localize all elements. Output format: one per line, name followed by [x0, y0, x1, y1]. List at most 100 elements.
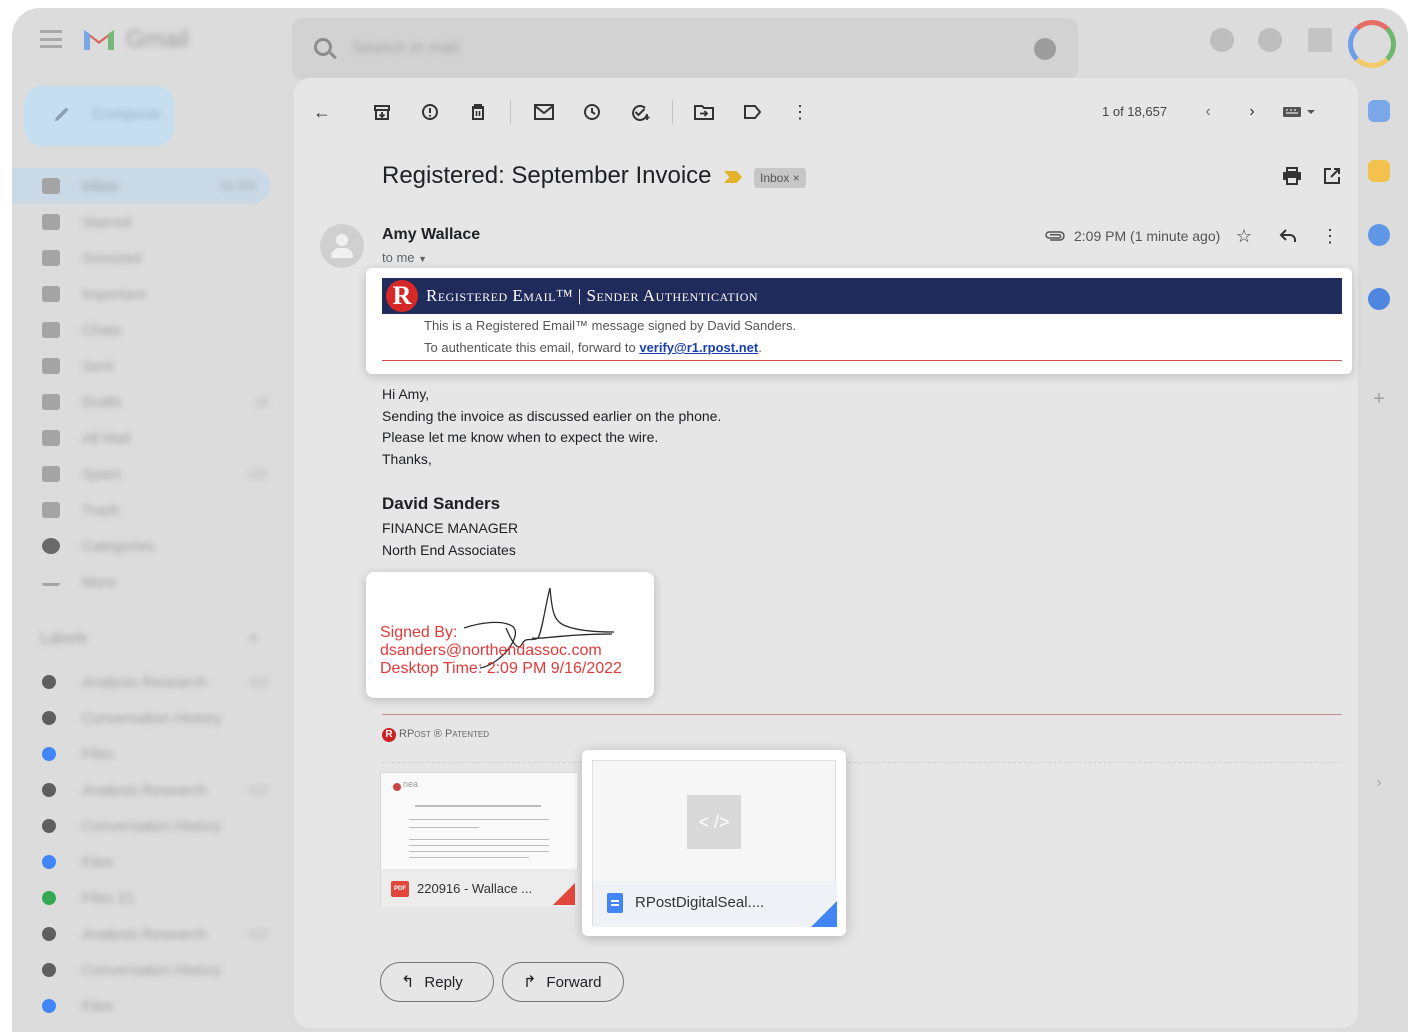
sidebar-item-label: Snoozed [82, 249, 142, 267]
label-icon [42, 538, 60, 554]
chevron-left-icon[interactable]: ‹ [1196, 100, 1220, 124]
delete-icon[interactable] [466, 100, 490, 124]
sidebar-item-label: Sent [82, 357, 113, 375]
search-options-icon[interactable] [1034, 38, 1056, 60]
label-item[interactable]: Conversation History [12, 700, 282, 736]
search-bar[interactable]: Search in mail [292, 18, 1078, 80]
label-item[interactable]: Files 21 [12, 880, 282, 916]
print-icon[interactable] [1280, 164, 1304, 188]
email-body: Hi Amy, Sending the invoice as discussed… [382, 384, 721, 471]
add-task-icon[interactable] [628, 100, 652, 124]
move-to-icon[interactable] [692, 100, 716, 124]
patent-text: RPost ® Patented [399, 728, 490, 740]
important-marker-icon[interactable] [724, 171, 742, 183]
reply-icon[interactable] [1276, 224, 1300, 248]
open-new-window-icon[interactable] [1320, 164, 1344, 188]
send-icon [42, 358, 60, 374]
tasks-icon[interactable] [1368, 224, 1390, 246]
mark-unread-icon[interactable] [532, 100, 556, 124]
keep-icon[interactable] [1368, 160, 1390, 182]
calendar-icon[interactable] [1368, 100, 1390, 122]
forward-button[interactable]: ↱ Forward [502, 962, 624, 1002]
apps-grid-icon[interactable] [1308, 28, 1332, 52]
inbox-label-badge[interactable]: Inbox × [754, 168, 806, 188]
doc-line [409, 857, 529, 858]
sidebar-item-categories[interactable]: Categories [12, 528, 282, 564]
sidebar-item-important[interactable]: Important [12, 276, 282, 312]
more-vert-icon[interactable]: ⋮ [788, 100, 812, 124]
label-item[interactable]: Analysis Research 112 [12, 772, 282, 808]
sidebar-item-label: Chats [82, 321, 122, 339]
main-menu-icon[interactable] [40, 30, 62, 48]
sidebar-item-trash[interactable]: Trash [12, 492, 282, 528]
archive-icon[interactable] [370, 100, 394, 124]
label-count: 112 [248, 783, 268, 797]
label-item[interactable]: Files [12, 988, 282, 1024]
recipient-details-toggle[interactable]: to me ▼ [382, 250, 427, 265]
sender-name[interactable]: Amy Wallace [382, 226, 480, 244]
sidebar-item-inbox[interactable]: Inbox 18,456 [12, 168, 270, 204]
sidebar-item-sent[interactable]: Sent [12, 348, 282, 384]
clock-icon [42, 250, 60, 266]
expand-panel-icon[interactable]: › [1368, 772, 1390, 794]
report-spam-icon[interactable] [418, 100, 442, 124]
sidebar-item-count: 121 [247, 467, 268, 481]
search-input[interactable]: Search in mail [352, 38, 460, 58]
snooze-clock-icon[interactable] [580, 100, 604, 124]
settings-gear-icon[interactable] [1258, 28, 1282, 52]
input-tools-icon[interactable] [1280, 100, 1320, 124]
sidebar-item-spam[interactable]: Spam 121 [12, 456, 282, 492]
banner-divider [382, 360, 1342, 361]
back-arrow-icon[interactable]: ← [310, 100, 334, 124]
sidebar-item-label: Important [82, 285, 146, 303]
sidebar-item-label: Drafts [82, 393, 123, 411]
sidebar-item-drafts[interactable]: Drafts 16 [12, 384, 282, 420]
sidebar-item-count: 16 [254, 395, 268, 409]
label-tag-icon[interactable] [740, 100, 764, 124]
sidebar-item-label: More [82, 573, 117, 591]
attachment-digital-seal[interactable]: < /> RPostDigitalSeal.... [582, 750, 846, 936]
important-icon [42, 286, 60, 302]
all-mail-icon [42, 430, 60, 446]
attachments-divider [382, 762, 1342, 763]
label-item[interactable]: Files [12, 844, 282, 880]
verify-email-link[interactable]: verify@r1.rpost.net [639, 340, 758, 355]
sidebar-item-all-mail[interactable]: All Mail [12, 420, 282, 456]
account-avatar[interactable] [1348, 20, 1396, 68]
sidebar-item-starred[interactable]: Starred [12, 204, 282, 240]
add-addon-icon[interactable]: + [1368, 388, 1390, 410]
inbox-icon [42, 178, 60, 194]
top-bar: Gmail Search in mail [12, 8, 1408, 80]
label-dot [42, 927, 56, 941]
sidebar-item-snoozed[interactable]: Snoozed [12, 240, 282, 276]
support-icon[interactable] [1210, 28, 1234, 52]
app-name: Gmail [126, 26, 189, 53]
label-dot [42, 855, 56, 869]
label-item[interactable]: Conversation History [12, 952, 282, 988]
label-item[interactable]: Conversation History [12, 808, 282, 844]
add-label-icon[interactable]: + [248, 628, 259, 649]
reply-button[interactable]: ↰ Reply [380, 962, 494, 1002]
nea-logo-icon [393, 783, 401, 791]
more-vert-icon[interactable]: ⋮ [1318, 224, 1342, 248]
contacts-icon[interactable] [1368, 288, 1390, 310]
search-icon[interactable] [314, 38, 332, 56]
label-name: Files [82, 997, 114, 1015]
label-item[interactable]: Files [12, 736, 282, 772]
signature-name: David Sanders [382, 494, 501, 513]
compose-button[interactable]: Compose [24, 86, 174, 146]
attachment-clip-icon [1044, 224, 1066, 248]
attachment-pdf[interactable]: nea PDF 220916 - Wallace ... [380, 772, 577, 907]
sidebar-item-chats[interactable]: Chats [12, 312, 282, 348]
label-name: Analysis Research [82, 781, 207, 799]
sidebar-item-more[interactable]: More [12, 564, 282, 600]
chevron-right-icon[interactable]: › [1240, 100, 1264, 124]
attachment-footer: RPostDigitalSeal.... [593, 881, 837, 927]
gmail-window: Gmail Search in mail Compose Inbox 18,456… [12, 8, 1408, 1032]
forward-label: Forward [546, 973, 602, 991]
label-item[interactable]: Analysis Research 112 [12, 664, 282, 700]
sidebar-item-label: Starred [82, 213, 132, 231]
body-line: Hi Amy, [382, 386, 430, 402]
star-icon[interactable]: ☆ [1232, 224, 1256, 248]
label-item[interactable]: Analysis Research 112 [12, 916, 282, 952]
